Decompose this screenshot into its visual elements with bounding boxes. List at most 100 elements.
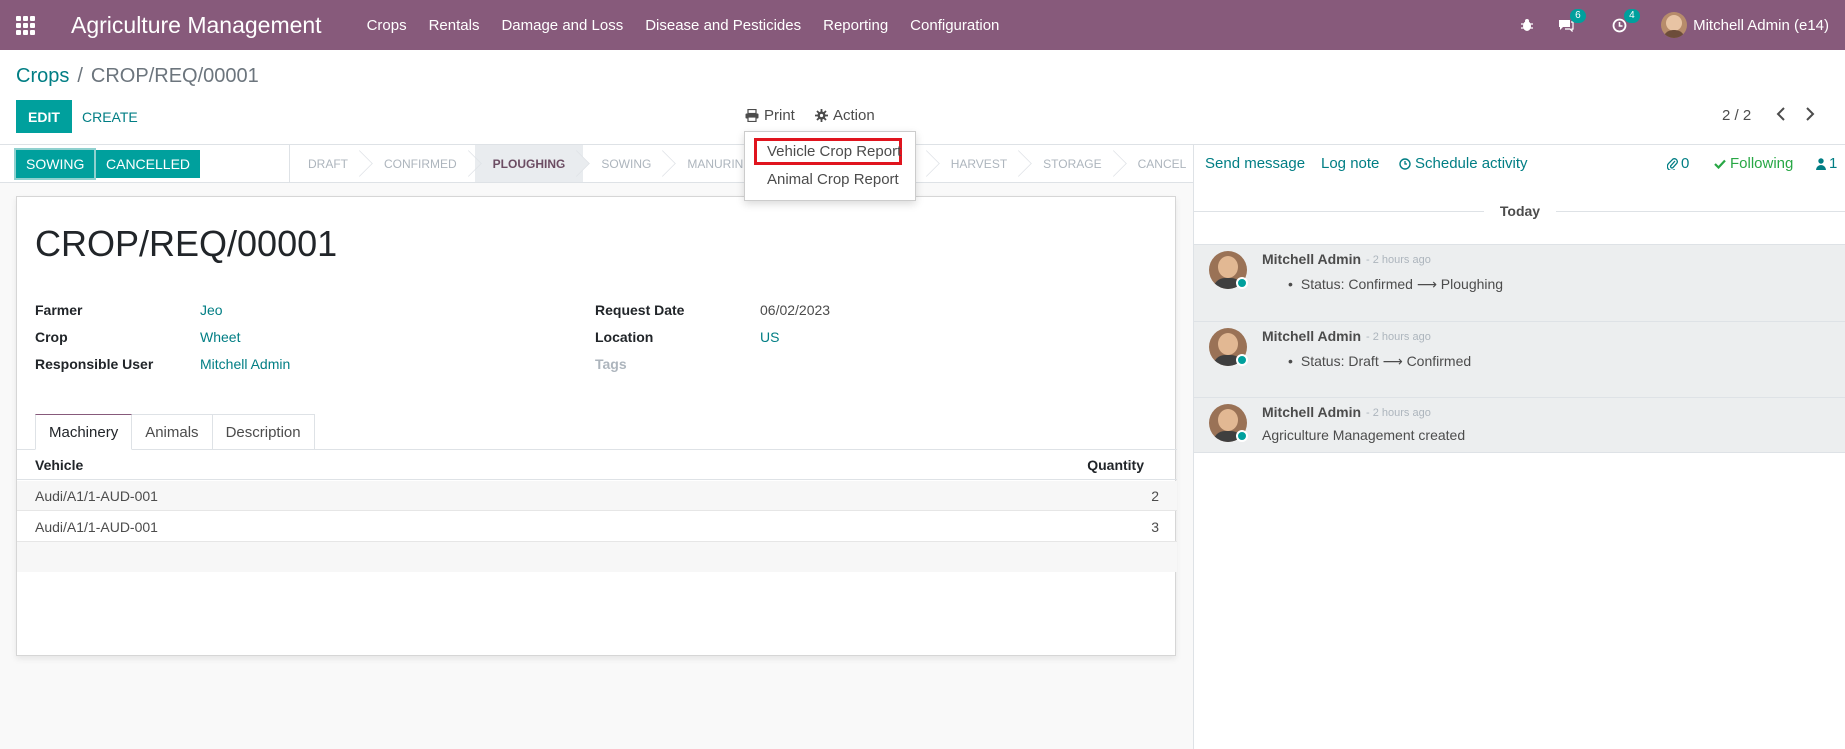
- apps-menu-icon[interactable]: [0, 0, 50, 50]
- stage-confirmed[interactable]: CONFIRMED: [366, 145, 475, 182]
- responsible-user-label: Responsible User: [35, 356, 154, 372]
- gear-icon: [815, 109, 828, 122]
- stage-sowing[interactable]: SOWING: [583, 145, 669, 182]
- chevron-right-icon: [1806, 107, 1815, 121]
- sowing-button[interactable]: SOWING: [13, 148, 97, 180]
- tracking-value: Status: Draft ⟶ Confirmed: [1300, 353, 1472, 369]
- chatter-panel: Send message Log note Schedule activity …: [1193, 145, 1845, 749]
- location-value[interactable]: US: [760, 329, 779, 345]
- quantity-cell: 2: [1151, 488, 1159, 504]
- menu-damage-and-loss[interactable]: Damage and Loss: [490, 17, 634, 34]
- column-vehicle[interactable]: Vehicle: [35, 457, 83, 473]
- user-name: Mitchell Admin (e14): [1693, 16, 1829, 34]
- message-author[interactable]: Mitchell Admin: [1262, 251, 1361, 267]
- attachments-button[interactable]: 0: [1667, 155, 1689, 172]
- crop-label: Crop: [35, 329, 68, 345]
- message-date: - 2 hours ago: [1366, 407, 1431, 419]
- action-button[interactable]: Action: [815, 107, 875, 124]
- create-button[interactable]: CREATE: [70, 100, 150, 133]
- edit-button[interactable]: EDIT: [16, 100, 72, 133]
- menu-rentals[interactable]: Rentals: [418, 17, 491, 34]
- crop-value[interactable]: Wheet: [200, 329, 240, 345]
- print-label: Print: [764, 107, 795, 124]
- menu-configuration[interactable]: Configuration: [899, 17, 1010, 34]
- status-header: SOWING CANCELLED DRAFT CONFIRMED PLOUGHI…: [0, 145, 1193, 183]
- followers-button[interactable]: 1: [1816, 155, 1837, 172]
- vehicle-cell: Audi/A1/1-AUD-001: [35, 519, 158, 535]
- pager-previous-button[interactable]: [1776, 107, 1786, 125]
- stage-draft[interactable]: DRAFT: [290, 145, 366, 182]
- message-body: • Status: Confirmed ⟶ Ploughing: [1288, 276, 1504, 292]
- tab-animals[interactable]: Animals: [132, 414, 213, 450]
- chevron-left-icon: [1776, 107, 1785, 121]
- stage-cancel[interactable]: CANCEL: [1120, 145, 1205, 182]
- pager-next-button[interactable]: [1805, 107, 1815, 125]
- pager-value: 2 / 2: [1722, 107, 1752, 124]
- print-button[interactable]: Print: [745, 107, 795, 124]
- user-icon: [1816, 157, 1826, 170]
- stage-ploughing[interactable]: PLOUGHING: [474, 145, 584, 182]
- responsible-user-value[interactable]: Mitchell Admin: [200, 356, 290, 372]
- attachments-count: 0: [1681, 155, 1690, 172]
- message-body: Agriculture Management created: [1262, 427, 1466, 443]
- message-body: • Status: Draft ⟶ Confirmed: [1288, 353, 1472, 369]
- day-separator: Today: [1194, 203, 1845, 219]
- quantity-cell: 3: [1151, 519, 1159, 535]
- menu-crops[interactable]: Crops: [356, 17, 418, 34]
- clock-icon: [1399, 157, 1411, 170]
- main-menu: Crops Rentals Damage and Loss Disease an…: [356, 17, 1011, 34]
- paperclip-icon: [1667, 158, 1678, 170]
- vehicle-crop-report-item[interactable]: Vehicle Crop Report: [767, 143, 901, 160]
- bug-icon[interactable]: [1520, 18, 1534, 32]
- activity-clock-icon[interactable]: 4: [1612, 8, 1640, 33]
- online-status-icon: [1236, 354, 1248, 366]
- chat-icon[interactable]: 6: [1558, 9, 1586, 32]
- menu-reporting[interactable]: Reporting: [812, 17, 899, 34]
- message-date: - 2 hours ago: [1366, 331, 1431, 343]
- vehicle-cell: Audi/A1/1-AUD-001: [35, 488, 158, 504]
- online-status-icon: [1236, 277, 1248, 289]
- breadcrumb-current: CROP/REQ/00001: [90, 65, 259, 87]
- tracking-value: Status: Confirmed ⟶ Ploughing: [1300, 276, 1504, 292]
- stage-harvest[interactable]: HARVEST: [933, 145, 1025, 182]
- tags-label: Tags: [595, 356, 627, 372]
- message-2: Mitchell Admin - 2 hours ago • Status: Dr…: [1194, 321, 1845, 397]
- message-author[interactable]: Mitchell Admin: [1262, 328, 1361, 344]
- schedule-activity-button[interactable]: Schedule activity: [1399, 155, 1528, 172]
- column-quantity[interactable]: Quantity: [1087, 457, 1144, 473]
- tab-description[interactable]: Description: [212, 414, 315, 450]
- top-navbar: Agriculture Management Crops Rentals Dam…: [0, 0, 1845, 50]
- schedule-activity-label: Schedule activity: [1415, 155, 1528, 172]
- user-menu[interactable]: Mitchell Admin (e14): [1661, 12, 1829, 38]
- location-label: Location: [595, 329, 654, 345]
- control-panel: Crops / CROP/REQ/00001 EDIT CREATE Print A…: [0, 50, 1845, 145]
- tab-machinery[interactable]: Machinery: [35, 414, 133, 450]
- table-row[interactable]: Audi/A1/1-AUD-001 2: [17, 481, 1177, 511]
- breadcrumb-separator: /: [77, 65, 83, 87]
- record-title: CROP/REQ/00001: [35, 223, 338, 264]
- log-note-button[interactable]: Log note: [1321, 155, 1379, 172]
- avatar: [1661, 12, 1688, 38]
- breadcrumb-parent[interactable]: Crops: [16, 65, 69, 87]
- table-header: Vehicle Quantity: [17, 450, 1177, 480]
- print-icon: [745, 109, 759, 122]
- check-icon: [1714, 159, 1726, 169]
- app-name[interactable]: Agriculture Management: [71, 12, 322, 39]
- online-status-icon: [1236, 430, 1248, 442]
- farmer-value[interactable]: Jeo: [200, 302, 223, 318]
- message-3: Mitchell Admin - 2 hours ago Agriculture…: [1194, 397, 1845, 453]
- chatter-topbar: Send message Log note Schedule activity …: [1194, 145, 1845, 183]
- request-date-label: Request Date: [595, 302, 685, 318]
- message-date: - 2 hours ago: [1366, 254, 1431, 266]
- stage-storage[interactable]: STORAGE: [1025, 145, 1119, 182]
- cancelled-button[interactable]: CANCELLED: [96, 150, 201, 178]
- send-message-button[interactable]: Send message: [1205, 155, 1305, 172]
- message-author[interactable]: Mitchell Admin: [1262, 404, 1361, 420]
- table-row[interactable]: Audi/A1/1-AUD-001 3: [17, 512, 1177, 542]
- animal-crop-report-item[interactable]: Animal Crop Report: [767, 171, 899, 188]
- notebook-tabs: Machinery Animals Description: [35, 414, 315, 450]
- following-button[interactable]: Following: [1714, 155, 1793, 172]
- following-label: Following: [1730, 155, 1794, 172]
- menu-disease-and-pesticides[interactable]: Disease and Pesticides: [634, 17, 812, 34]
- activity-badge: 4: [1624, 8, 1640, 23]
